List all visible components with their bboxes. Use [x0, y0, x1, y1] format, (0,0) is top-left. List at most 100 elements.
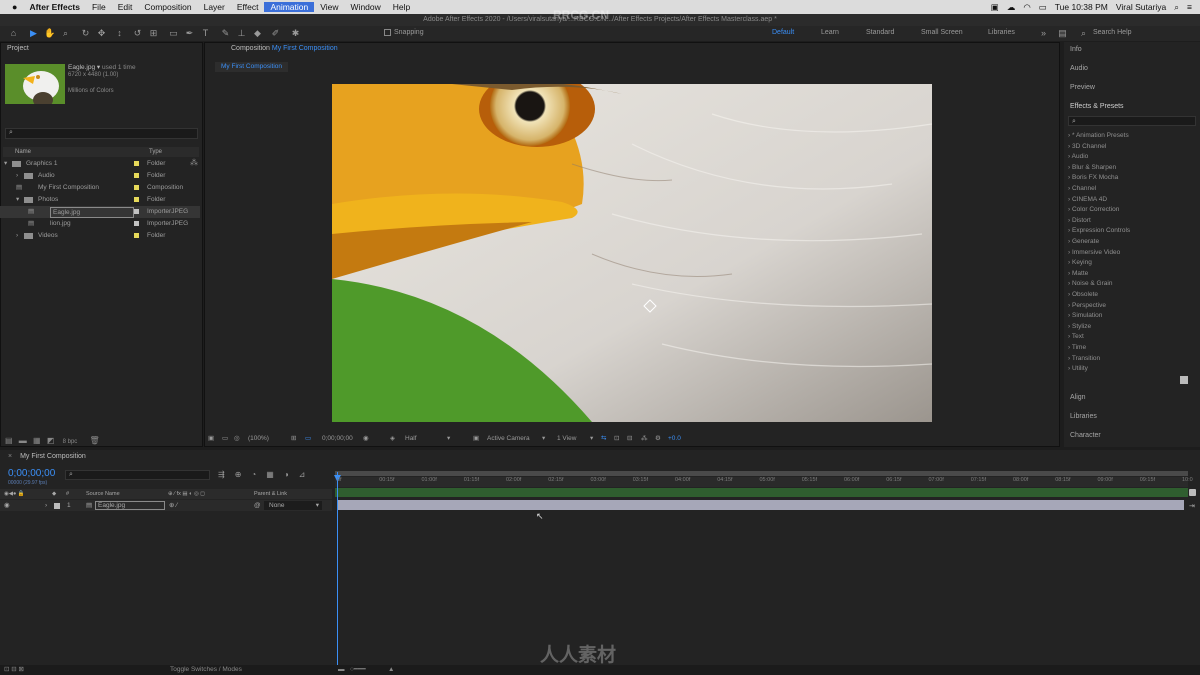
composition-flow-icon[interactable]: ⁂: [641, 433, 648, 445]
effect-category[interactable]: › Utility: [1068, 365, 1088, 372]
menu-view[interactable]: View: [314, 2, 344, 12]
expand-arrow-icon[interactable]: ›: [16, 170, 18, 182]
effects-presets-title[interactable]: Effects & Presets: [1070, 103, 1124, 110]
draft-3d-icon[interactable]: ⊡: [614, 433, 619, 445]
camera-dropdown-arrow-icon[interactable]: ▾: [542, 433, 545, 445]
label-color[interactable]: [134, 233, 139, 238]
effect-category[interactable]: › Blur & Sharpen: [1068, 164, 1116, 171]
puppet-tool-icon[interactable]: ✱: [290, 28, 301, 39]
menu-layer[interactable]: Layer: [198, 2, 231, 12]
libraries-panel-title[interactable]: Libraries: [1070, 413, 1097, 420]
shy-layers-icon[interactable]: ◔: [251, 470, 266, 479]
workspace-libraries[interactable]: Libraries: [988, 29, 1015, 36]
project-item[interactable]: ▤ My First Composition Composition: [0, 182, 200, 194]
effects-search-input[interactable]: ⌕: [1068, 116, 1196, 126]
effect-category[interactable]: › CINEMA 4D: [1068, 196, 1107, 203]
visibility-eye-icon[interactable]: ◉: [4, 500, 10, 511]
info-panel-title[interactable]: Info: [1070, 46, 1082, 53]
work-area-bar[interactable]: [335, 471, 1188, 476]
mask-visibility-icon[interactable]: ◎: [234, 433, 240, 445]
app-menu[interactable]: After Effects: [23, 2, 86, 12]
expand-arrow-icon[interactable]: ›: [16, 230, 18, 242]
effect-category[interactable]: › Channel: [1068, 185, 1096, 192]
label-color[interactable]: [134, 161, 139, 166]
cloud-icon[interactable]: ☁: [1007, 2, 1016, 13]
effect-category[interactable]: › Distort: [1068, 217, 1091, 224]
av-features-icons[interactable]: ◉◀● 🔒: [4, 489, 25, 499]
label-color[interactable]: [134, 221, 139, 226]
composition-panel-title[interactable]: Composition My First Composition: [205, 43, 1059, 54]
zoom-slider[interactable]: ○━━━: [350, 665, 366, 675]
user-name[interactable]: Viral Sutariya: [1116, 2, 1166, 12]
parent-pick-whip-icon[interactable]: @: [254, 500, 261, 511]
menu-window[interactable]: Window: [345, 2, 387, 12]
file-icon[interactable]: ▤: [28, 218, 34, 230]
effect-category[interactable]: › Noise & Grain: [1068, 280, 1112, 287]
project-item[interactable]: ▤ lion.jpg ImporterJPEG: [0, 218, 200, 230]
toggle-switches-modes[interactable]: Toggle Switches / Modes: [170, 665, 242, 675]
effect-category[interactable]: › Color Correction: [1068, 206, 1119, 213]
color-channel-icon[interactable]: ◈: [390, 433, 395, 445]
name-column-header[interactable]: Name: [15, 147, 31, 157]
project-item[interactable]: ▾ Photos Folder: [0, 194, 200, 206]
type-tool-icon[interactable]: T: [200, 28, 211, 39]
current-time-display[interactable]: 0;00;00;00: [322, 433, 353, 445]
snapping-checkbox[interactable]: [384, 29, 391, 36]
effect-category[interactable]: › Generate: [1068, 238, 1099, 245]
draft-3d-toggle-icon[interactable]: ⊕: [235, 470, 252, 479]
resolution-dropdown-arrow-icon[interactable]: ▾: [447, 433, 450, 445]
effect-category[interactable]: › * Animation Presets: [1068, 132, 1129, 139]
file-icon[interactable]: ▤: [16, 182, 22, 194]
preview-panel-title[interactable]: Preview: [1070, 84, 1095, 91]
project-search-input[interactable]: ⌕: [5, 128, 198, 139]
menu-help[interactable]: Help: [387, 2, 416, 12]
settings-icon[interactable]: ⚙: [655, 433, 661, 445]
project-item[interactable]: ▾ Graphics 1 Folder: [0, 158, 200, 170]
comp-button-icon[interactable]: [1189, 489, 1196, 496]
menu-effect[interactable]: Effect: [231, 2, 265, 12]
selection-tool-icon[interactable]: ▶: [28, 28, 39, 39]
workspace-menu-icon[interactable]: ▤: [1057, 28, 1068, 39]
comp-viewer[interactable]: [332, 84, 932, 422]
project-item[interactable]: ▤ Eagle.jpg ImporterJPEG: [0, 206, 200, 218]
workspace-learn[interactable]: Learn: [821, 29, 839, 36]
snapshot-icon[interactable]: ◉: [363, 433, 369, 445]
toggle-pixel-aspect-icon[interactable]: ⇆: [601, 433, 606, 445]
graph-editor-icon[interactable]: ⊿: [299, 470, 316, 479]
effect-category[interactable]: › Audio: [1068, 153, 1088, 160]
switches-column-icons[interactable]: ⊕ ⁄ fx ▤ ◐ ◎ ◻: [168, 489, 205, 499]
layer-row[interactable]: ◉ › 1 ▤ Eagle.jpg ⊕ ⁄ @ None ▾: [0, 500, 332, 511]
transparency-grid-icon[interactable]: ▭: [305, 433, 311, 445]
dolly-tool-icon[interactable]: ↕: [114, 28, 125, 39]
grid-icon[interactable]: ⊞: [291, 433, 296, 445]
flowchart-icon[interactable]: ⁂: [190, 158, 198, 167]
roto-brush-icon[interactable]: ✐: [270, 28, 281, 39]
time-ruler-range[interactable]: [335, 488, 1188, 497]
layer-duration-bar[interactable]: [338, 500, 1184, 510]
workspace-default[interactable]: Default: [772, 29, 794, 36]
effect-category[interactable]: › Perspective: [1068, 302, 1106, 309]
eraser-tool-icon[interactable]: ◆: [252, 28, 263, 39]
comp-tab[interactable]: My First Composition: [215, 62, 289, 72]
close-icon[interactable]: ×: [8, 453, 12, 460]
brush-tool-icon[interactable]: ✎: [220, 28, 231, 39]
apple-icon[interactable]: ●: [0, 2, 23, 12]
effect-category[interactable]: › Expression Controls: [1068, 227, 1130, 234]
timeline-current-time[interactable]: 0;00;00;00: [8, 468, 55, 479]
views-dropdown-arrow-icon[interactable]: ▾: [590, 433, 593, 445]
effect-category[interactable]: › Boris FX Mocha: [1068, 174, 1118, 181]
new-panel-icon[interactable]: [1180, 376, 1188, 384]
views-dropdown[interactable]: 1 View: [557, 433, 576, 445]
current-time-indicator[interactable]: [337, 472, 338, 665]
effect-category[interactable]: › Immersive Video: [1068, 249, 1120, 256]
clock[interactable]: Tue 10:38 PM: [1055, 2, 1108, 12]
layer-label-color[interactable]: [54, 503, 60, 509]
zoom-out-icon[interactable]: ▬: [338, 665, 345, 675]
flowchart-icon[interactable]: ⊟: [627, 433, 632, 445]
timeline-search-input[interactable]: ⌕: [65, 470, 210, 480]
parent-link-column[interactable]: Parent & Link: [254, 489, 287, 499]
layer-end-icon[interactable]: ⇥: [1189, 502, 1195, 510]
workspace-small-screen[interactable]: Small Screen: [921, 29, 963, 36]
trash-icon[interactable]: 🗑: [90, 436, 100, 445]
search-icon[interactable]: ⌕: [1174, 2, 1179, 13]
